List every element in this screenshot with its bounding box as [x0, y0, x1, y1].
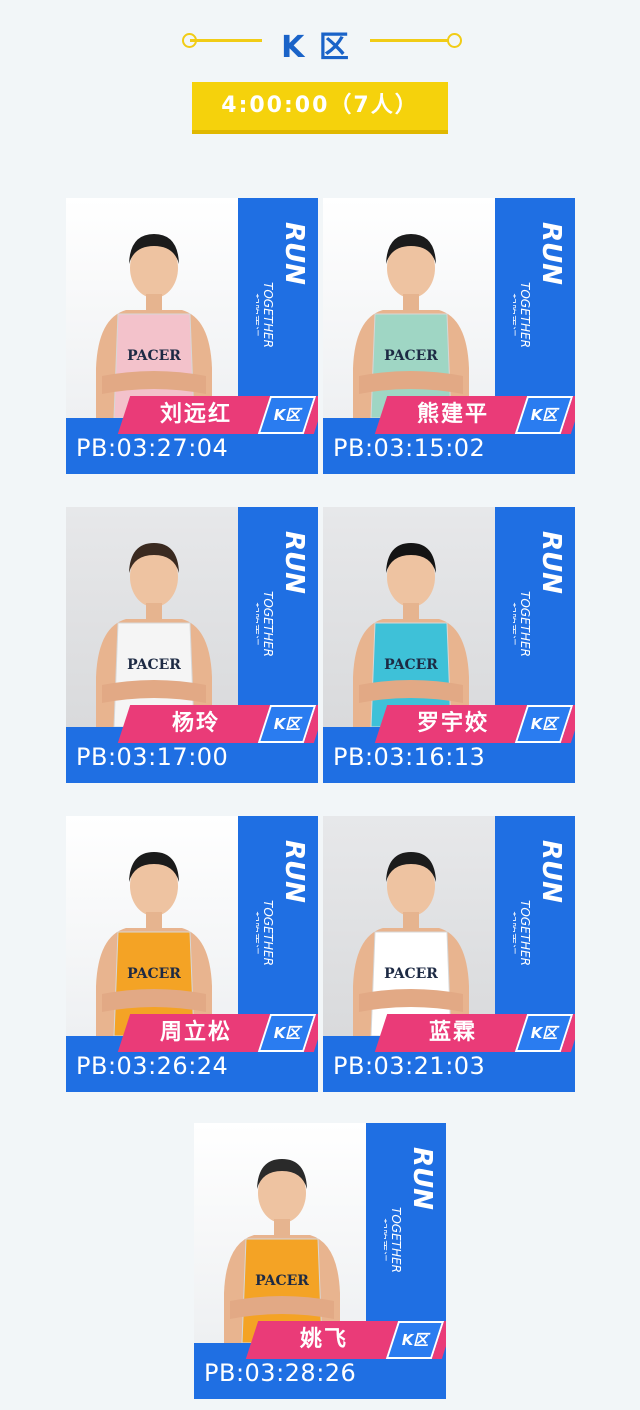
pacer-name: 刘远红 — [159, 402, 232, 427]
run-word: RUN — [536, 222, 566, 285]
pacer-shirt-text: PACER — [384, 657, 438, 673]
runner-portrait — [224, 1159, 340, 1343]
pacer-card: PACER RUN TOGETHER 一起跑更远 PB:03:15:02 熊建平 K区 — [323, 198, 575, 474]
pacer-pb-time: PB:03:27:04 — [76, 434, 229, 462]
pacer-photo: PACER — [323, 198, 499, 418]
pacer-shirt-text: PACER — [255, 1273, 309, 1289]
pacer-shirt-text: PACER — [384, 966, 438, 982]
together-word: TOGETHER — [518, 282, 532, 348]
run-word: RUN — [279, 840, 309, 903]
run-together-logo: RUN TOGETHER 一起跑更远 — [247, 216, 316, 406]
slogan-text: 一起跑更远 — [513, 900, 518, 955]
header-line-left — [190, 39, 262, 42]
run-together-logo: RUN TOGETHER 一起跑更远 — [504, 834, 573, 1024]
pacer-pb-time: PB:03:15:02 — [333, 434, 486, 462]
zone-title: K 区 — [281, 30, 351, 65]
runner-portrait — [96, 543, 212, 727]
pacer-photo: PACER — [323, 507, 499, 727]
together-word: TOGETHER — [261, 900, 275, 966]
pacer-card: PACER RUN TOGETHER 一起跑更远 PB:03:17:00 杨玲 K区 — [66, 507, 318, 783]
header-line-right — [370, 39, 452, 42]
pacer-shirt-text: PACER — [127, 657, 181, 673]
run-together-logo: RUN TOGETHER 一起跑更远 — [247, 525, 316, 715]
pacer-photo: PACER — [66, 198, 242, 418]
pacer-photo: PACER — [194, 1123, 370, 1343]
pacer-name: 姚飞 — [299, 1327, 348, 1352]
run-word: RUN — [536, 531, 566, 594]
run-together-logo: RUN TOGETHER 一起跑更远 — [375, 1141, 444, 1331]
pacer-pb-time: PB:03:21:03 — [333, 1052, 486, 1080]
runner-portrait — [353, 543, 469, 727]
pacer-name: 罗宇姣 — [416, 711, 489, 736]
pacer-shirt-text: PACER — [127, 966, 181, 982]
zone-header: K 区 — [0, 20, 640, 65]
slogan-text: 一起跑更远 — [384, 1207, 389, 1262]
pacer-shirt-text: PACER — [127, 348, 181, 364]
runner-portrait — [96, 234, 212, 418]
slogan-text: 一起跑更远 — [256, 591, 261, 646]
zone-tag-label: K区 — [401, 1331, 429, 1349]
run-together-text: RUN TOGETHER一起跑更远 — [247, 840, 309, 966]
pacer-pb-time: PB:03:16:13 — [333, 743, 486, 771]
pacer-shirt-text: PACER — [384, 348, 438, 364]
zone-tag-label: K区 — [273, 406, 301, 424]
run-together-text: RUN TOGETHER一起跑更远 — [247, 531, 309, 657]
runner-portrait — [96, 852, 212, 1036]
pacer-pb-time: PB:03:17:00 — [76, 743, 229, 771]
runner-portrait — [353, 234, 469, 418]
pacer-card: PACER RUN TOGETHER 一起跑更远 PB:03:21:03 蓝霖 K区 — [323, 816, 575, 1092]
together-word: TOGETHER — [389, 1207, 403, 1273]
pacer-name: 蓝霖 — [428, 1020, 477, 1045]
header-dot-right — [447, 33, 462, 48]
run-together-logo: RUN TOGETHER 一起跑更远 — [504, 525, 573, 715]
zone-tag-label: K区 — [273, 1024, 301, 1042]
pacer-card: PACER RUN TOGETHER 一起跑更远 PB:03:27:04 刘远红 K区 — [66, 198, 318, 474]
pacer-card: PACER RUN TOGETHER 一起跑更远 PB:03:26:24 周立松 K区 — [66, 816, 318, 1092]
zone-tag-label: K区 — [273, 715, 301, 733]
run-together-text: RUN TOGETHER一起跑更远 — [504, 531, 566, 657]
run-word: RUN — [279, 531, 309, 594]
together-word: TOGETHER — [518, 900, 532, 966]
slogan-text: 一起跑更远 — [513, 591, 518, 646]
pacer-photo: PACER — [323, 816, 499, 1036]
run-together-text: RUN TOGETHER一起跑更远 — [504, 222, 566, 348]
time-group-banner: 4:00:00（7人） — [192, 82, 448, 130]
zone-tag-label: K区 — [530, 715, 558, 733]
zone-tag-label: K区 — [530, 1024, 558, 1042]
runner-portrait — [353, 852, 469, 1036]
together-word: TOGETHER — [261, 591, 275, 657]
run-word: RUN — [536, 840, 566, 903]
pacer-name: 杨玲 — [171, 711, 220, 736]
run-together-logo: RUN TOGETHER 一起跑更远 — [247, 834, 316, 1024]
pacer-card: PACER RUN TOGETHER 一起跑更远 PB:03:28:26 姚飞 K区 — [194, 1123, 446, 1399]
run-together-logo: RUN TOGETHER 一起跑更远 — [504, 216, 573, 406]
run-word: RUN — [279, 222, 309, 285]
pacer-card: PACER RUN TOGETHER 一起跑更远 PB:03:16:13 罗宇姣 K区 — [323, 507, 575, 783]
run-together-text: RUN TOGETHER一起跑更远 — [504, 840, 566, 966]
slogan-text: 一起跑更远 — [513, 282, 518, 337]
zone-tag-label: K区 — [530, 406, 558, 424]
pacer-photo: PACER — [66, 816, 242, 1036]
pacer-name: 周立松 — [159, 1020, 232, 1045]
pacer-pb-time: PB:03:28:26 — [204, 1359, 357, 1387]
pacer-name: 熊建平 — [416, 402, 489, 427]
slogan-text: 一起跑更远 — [256, 282, 261, 337]
together-word: TOGETHER — [261, 282, 275, 348]
pacer-pb-time: PB:03:26:24 — [76, 1052, 229, 1080]
run-word: RUN — [407, 1147, 437, 1210]
run-together-text: RUN TOGETHER一起跑更远 — [247, 222, 309, 348]
pacer-photo: PACER — [66, 507, 242, 727]
together-word: TOGETHER — [518, 591, 532, 657]
run-together-text: RUN TOGETHER一起跑更远 — [375, 1147, 437, 1273]
slogan-text: 一起跑更远 — [256, 900, 261, 955]
